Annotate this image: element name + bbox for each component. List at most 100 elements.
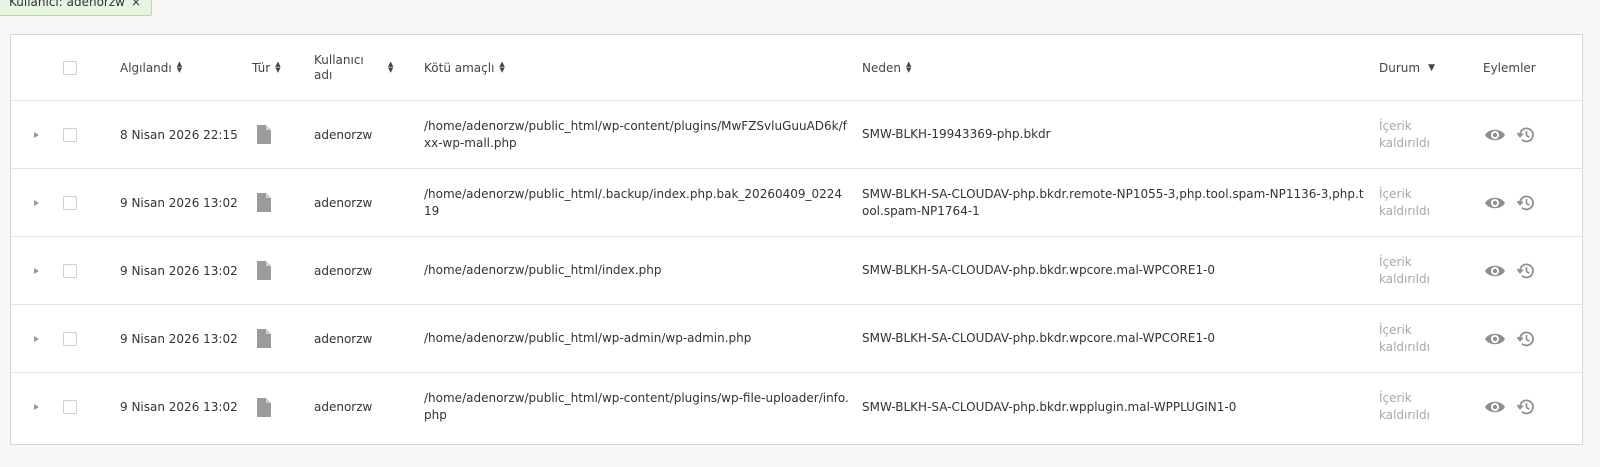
table-row: 9 Nisan 2026 13:02 adenorzw /home/adenor… bbox=[11, 305, 1582, 373]
status-cell: İçerik kaldırıldı bbox=[1379, 391, 1430, 422]
username-cell: adenorzw bbox=[314, 400, 373, 414]
select-all-checkbox[interactable] bbox=[63, 60, 77, 75]
path-cell: /home/adenorzw/public_html/wp-content/pl… bbox=[424, 391, 849, 422]
status-cell: İçerik kaldırıldı bbox=[1379, 118, 1430, 150]
filter-tag-label: Kullanıcı: adenorzw bbox=[9, 0, 125, 9]
table-row: 9 Nisan 2026 13:02 adenorzw /home/adenor… bbox=[11, 237, 1582, 305]
actions-cell bbox=[1484, 305, 1536, 372]
col-type-header[interactable]: Tür ▲ ▼ bbox=[252, 35, 281, 100]
col-detected-header[interactable]: Algılandı ▲ ▼ bbox=[120, 35, 182, 100]
select-all-cell bbox=[63, 35, 77, 100]
eye-icon[interactable] bbox=[1484, 399, 1506, 415]
status-cell: İçerik kaldırıldı bbox=[1379, 322, 1430, 354]
table-header: Algılandı ▲ ▼ Tür ▲ ▼ Kullanıcı adı ▲ ▼ Köt… bbox=[11, 35, 1582, 101]
reason-cell: SMW-BLKH-SA-CLOUDAV-php.bkdr.wpcore.mal-… bbox=[862, 263, 1216, 277]
chevron-down-icon: ▼ bbox=[1428, 62, 1435, 73]
reason-cell: SMW-BLKH-19943369-php.bkdr bbox=[862, 127, 1051, 141]
row-select-cell bbox=[63, 305, 77, 372]
actions-cell bbox=[1484, 101, 1536, 168]
history-icon[interactable] bbox=[1516, 397, 1536, 417]
detected-cell: 9 Nisan 2026 13:02 bbox=[120, 331, 238, 346]
file-icon bbox=[257, 125, 271, 144]
type-cell bbox=[256, 305, 271, 372]
col-actions-label: Eylemler bbox=[1483, 60, 1536, 75]
type-cell bbox=[256, 169, 271, 236]
type-cell bbox=[256, 237, 271, 304]
row-expander-cell bbox=[34, 169, 39, 236]
row-checkbox[interactable] bbox=[63, 195, 77, 210]
actions-cell bbox=[1484, 237, 1536, 304]
sort-icon: ▲ ▼ bbox=[275, 59, 281, 74]
row-expander-cell bbox=[34, 305, 39, 372]
file-icon bbox=[257, 261, 271, 280]
col-username-header[interactable]: Kullanıcı adı ▲ ▼ bbox=[314, 35, 404, 100]
reason-cell: SMW-BLKH-SA-CLOUDAV-php.bkdr.remote-NP10… bbox=[862, 186, 1364, 218]
col-malicious-header[interactable]: Kötü amaçlı ▲ ▼ bbox=[424, 35, 505, 100]
filter-tag: Kullanıcı: adenorzw × bbox=[0, 0, 153, 16]
path-cell: /home/adenorzw/public_html/index.php bbox=[424, 263, 662, 277]
file-icon bbox=[257, 397, 271, 417]
path-cell: /home/adenorzw/public_html/wp-content/pl… bbox=[424, 118, 847, 150]
table-row: 9 Nisan 2026 13:02 adenorzw /home/adenor… bbox=[11, 373, 1582, 441]
col-malicious-label: Kötü amaçlı bbox=[424, 60, 495, 75]
filter-remove-button[interactable]: × bbox=[131, 0, 141, 9]
row-checkbox[interactable] bbox=[63, 127, 77, 142]
history-icon[interactable] bbox=[1516, 329, 1536, 349]
sort-icon: ▲ ▼ bbox=[388, 59, 394, 74]
col-status-label: Durum bbox=[1379, 60, 1421, 75]
detections-table: Algılandı ▲ ▼ Tür ▲ ▼ Kullanıcı adı ▲ ▼ Köt… bbox=[10, 34, 1583, 445]
sort-icon: ▲ ▼ bbox=[905, 59, 912, 74]
type-cell bbox=[256, 373, 271, 441]
path-cell: /home/adenorzw/public_html/wp-admin/wp-a… bbox=[424, 331, 752, 345]
detected-cell: 9 Nisan 2026 13:02 bbox=[120, 400, 238, 414]
status-cell: İçerik kaldırıldı bbox=[1379, 254, 1430, 286]
detected-cell: 8 Nisan 2026 22:15 bbox=[120, 127, 238, 142]
col-reason-header[interactable]: Neden ▲ ▼ bbox=[862, 35, 911, 100]
row-select-cell bbox=[63, 373, 77, 441]
row-select-cell bbox=[63, 101, 77, 168]
expand-icon[interactable] bbox=[34, 404, 39, 410]
detected-cell: 9 Nisan 2026 13:02 bbox=[120, 195, 238, 210]
col-status-header[interactable]: Durum ▼ bbox=[1379, 35, 1435, 100]
history-icon[interactable] bbox=[1516, 193, 1536, 213]
table-row: 9 Nisan 2026 13:02 adenorzw /home/adenor… bbox=[11, 169, 1582, 237]
row-checkbox[interactable] bbox=[63, 263, 77, 278]
username-cell: adenorzw bbox=[314, 127, 373, 142]
table-row: 8 Nisan 2026 22:15 adenorzw /home/adenor… bbox=[11, 101, 1582, 169]
type-cell bbox=[256, 101, 271, 168]
row-expander-cell bbox=[34, 237, 39, 304]
col-detected-label: Algılandı bbox=[120, 60, 172, 75]
col-reason-label: Neden bbox=[862, 60, 901, 75]
username-cell: adenorzw bbox=[314, 263, 373, 278]
detected-cell: 9 Nisan 2026 13:02 bbox=[120, 263, 238, 278]
eye-icon[interactable] bbox=[1484, 263, 1506, 279]
history-icon[interactable] bbox=[1516, 125, 1536, 145]
expand-icon[interactable] bbox=[34, 267, 39, 274]
col-actions-header: Eylemler bbox=[1483, 35, 1536, 100]
row-select-cell bbox=[63, 169, 77, 236]
username-cell: adenorzw bbox=[314, 331, 373, 346]
eye-icon[interactable] bbox=[1484, 127, 1506, 143]
row-checkbox[interactable] bbox=[63, 331, 77, 346]
row-expander-cell bbox=[34, 373, 39, 441]
file-icon bbox=[257, 193, 271, 212]
reason-cell: SMW-BLKH-SA-CLOUDAV-php.bkdr.wpplugin.ma… bbox=[862, 399, 1237, 414]
expand-icon[interactable] bbox=[34, 335, 39, 342]
path-cell: /home/adenorzw/public_html/.backup/index… bbox=[424, 186, 843, 218]
col-username-label: Kullanıcı adı bbox=[314, 52, 364, 82]
sort-icon: ▲ ▼ bbox=[499, 59, 505, 74]
username-cell: adenorzw bbox=[314, 195, 373, 210]
eye-icon[interactable] bbox=[1484, 331, 1506, 347]
row-select-cell bbox=[63, 237, 77, 304]
expand-icon[interactable] bbox=[34, 131, 39, 138]
actions-cell bbox=[1484, 169, 1536, 236]
history-icon[interactable] bbox=[1516, 261, 1536, 281]
actions-cell bbox=[1484, 373, 1536, 441]
reason-cell: SMW-BLKH-SA-CLOUDAV-php.bkdr.wpcore.mal-… bbox=[862, 331, 1216, 345]
eye-icon[interactable] bbox=[1484, 195, 1506, 211]
expand-icon[interactable] bbox=[34, 199, 39, 206]
file-icon bbox=[257, 329, 271, 348]
status-cell: İçerik kaldırıldı bbox=[1379, 186, 1430, 218]
row-checkbox[interactable] bbox=[63, 400, 77, 414]
col-type-label: Tür bbox=[252, 60, 271, 75]
